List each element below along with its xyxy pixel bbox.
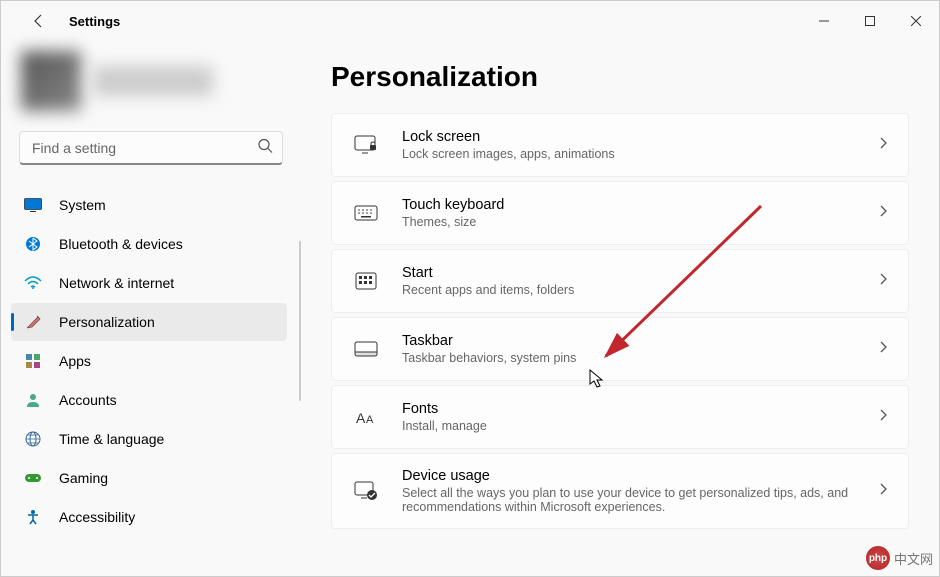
- sidebar-item-label: Accounts: [59, 392, 117, 408]
- row-title: Touch keyboard: [402, 197, 878, 213]
- setting-row-taskbar[interactable]: Taskbar Taskbar behaviors, system pins: [331, 317, 909, 381]
- start-icon: [352, 269, 380, 293]
- svg-text:A: A: [366, 414, 374, 426]
- display-icon: [23, 195, 43, 215]
- row-desc: Themes, size: [402, 215, 878, 229]
- chevron-right-icon: [878, 408, 888, 427]
- setting-row-touchkeyboard[interactable]: Touch keyboard Themes, size: [331, 181, 909, 245]
- sidebar: System Bluetooth & devices Network & int…: [1, 41, 301, 576]
- sidebar-item-apps[interactable]: Apps: [11, 342, 287, 380]
- sidebar-item-gaming[interactable]: Gaming: [11, 459, 287, 497]
- setting-row-lockscreen[interactable]: Lock screen Lock screen images, apps, an…: [331, 113, 909, 177]
- chevron-right-icon: [878, 136, 888, 155]
- chevron-right-icon: [878, 340, 888, 359]
- arrow-left-icon: [31, 13, 47, 29]
- window-title: Settings: [69, 14, 120, 29]
- bluetooth-icon: [23, 234, 43, 254]
- globe-icon: [23, 429, 43, 449]
- page-title: Personalization: [331, 61, 909, 93]
- sidebar-item-label: Accessibility: [59, 509, 135, 525]
- accessibility-icon: [23, 507, 43, 527]
- sidebar-item-label: Apps: [59, 353, 91, 369]
- close-button[interactable]: [893, 5, 939, 37]
- row-desc: Install, manage: [402, 419, 878, 433]
- chevron-right-icon: [878, 482, 888, 501]
- row-desc: Taskbar behaviors, system pins: [402, 351, 878, 365]
- sidebar-item-accounts[interactable]: Accounts: [11, 381, 287, 419]
- nav-list[interactable]: System Bluetooth & devices Network & int…: [11, 185, 291, 576]
- device-check-icon: [352, 479, 380, 503]
- row-desc: Select all the ways you plan to use your…: [402, 486, 878, 514]
- taskbar-icon: [352, 337, 380, 361]
- wifi-icon: [23, 273, 43, 293]
- profile-name: [93, 66, 213, 96]
- minimize-icon: [819, 16, 829, 26]
- sidebar-item-label: Bluetooth & devices: [59, 236, 183, 252]
- row-desc: Recent apps and items, folders: [402, 283, 878, 297]
- search-icon: [257, 138, 273, 159]
- paintbrush-icon: [23, 312, 43, 332]
- sidebar-item-system[interactable]: System: [11, 186, 287, 224]
- profile-area[interactable]: [11, 41, 291, 131]
- sidebar-item-time[interactable]: Time & language: [11, 420, 287, 458]
- svg-text:A: A: [356, 410, 366, 426]
- person-icon: [23, 390, 43, 410]
- chevron-right-icon: [878, 272, 888, 291]
- row-text: Device usage Select all the ways you pla…: [402, 468, 878, 514]
- sidebar-item-label: Network & internet: [59, 275, 174, 291]
- scrollbar[interactable]: [299, 241, 301, 401]
- row-title: Device usage: [402, 468, 878, 484]
- sidebar-item-label: Time & language: [59, 431, 164, 447]
- chevron-right-icon: [878, 204, 888, 223]
- watermark-text: 中文网: [894, 549, 933, 568]
- row-title: Start: [402, 265, 878, 281]
- maximize-button[interactable]: [847, 5, 893, 37]
- row-desc: Lock screen images, apps, animations: [402, 147, 878, 161]
- watermark: php 中文网: [866, 546, 933, 570]
- row-title: Taskbar: [402, 333, 878, 349]
- main-content: Personalization Lock screen Lock screen …: [301, 41, 939, 576]
- sidebar-item-label: Personalization: [59, 314, 155, 330]
- row-text: Fonts Install, manage: [402, 401, 878, 433]
- sidebar-item-label: Gaming: [59, 470, 108, 486]
- fonts-icon: AA: [352, 405, 380, 429]
- setting-row-deviceusage[interactable]: Device usage Select all the ways you pla…: [331, 453, 909, 529]
- back-button[interactable]: [21, 3, 57, 39]
- sidebar-item-label: System: [59, 197, 106, 213]
- row-title: Lock screen: [402, 129, 878, 145]
- minimize-button[interactable]: [801, 5, 847, 37]
- monitor-lock-icon: [352, 133, 380, 157]
- avatar: [21, 51, 81, 111]
- setting-row-start[interactable]: Start Recent apps and items, folders: [331, 249, 909, 313]
- apps-icon: [23, 351, 43, 371]
- sidebar-item-network[interactable]: Network & internet: [11, 264, 287, 302]
- window-controls: [801, 5, 939, 37]
- search-wrap: [19, 131, 283, 165]
- close-icon: [911, 16, 921, 26]
- row-text: Taskbar Taskbar behaviors, system pins: [402, 333, 878, 365]
- sidebar-item-accessibility[interactable]: Accessibility: [11, 498, 287, 536]
- keyboard-icon: [352, 201, 380, 225]
- sidebar-item-bluetooth[interactable]: Bluetooth & devices: [11, 225, 287, 263]
- watermark-logo-icon: php: [866, 546, 890, 570]
- row-text: Start Recent apps and items, folders: [402, 265, 878, 297]
- row-text: Lock screen Lock screen images, apps, an…: [402, 129, 878, 161]
- row-text: Touch keyboard Themes, size: [402, 197, 878, 229]
- setting-row-fonts[interactable]: AA Fonts Install, manage: [331, 385, 909, 449]
- gaming-icon: [23, 468, 43, 488]
- sidebar-item-personalization[interactable]: Personalization: [11, 303, 287, 341]
- titlebar: Settings: [1, 1, 939, 41]
- maximize-icon: [865, 16, 875, 26]
- row-title: Fonts: [402, 401, 878, 417]
- search-input[interactable]: [19, 131, 283, 165]
